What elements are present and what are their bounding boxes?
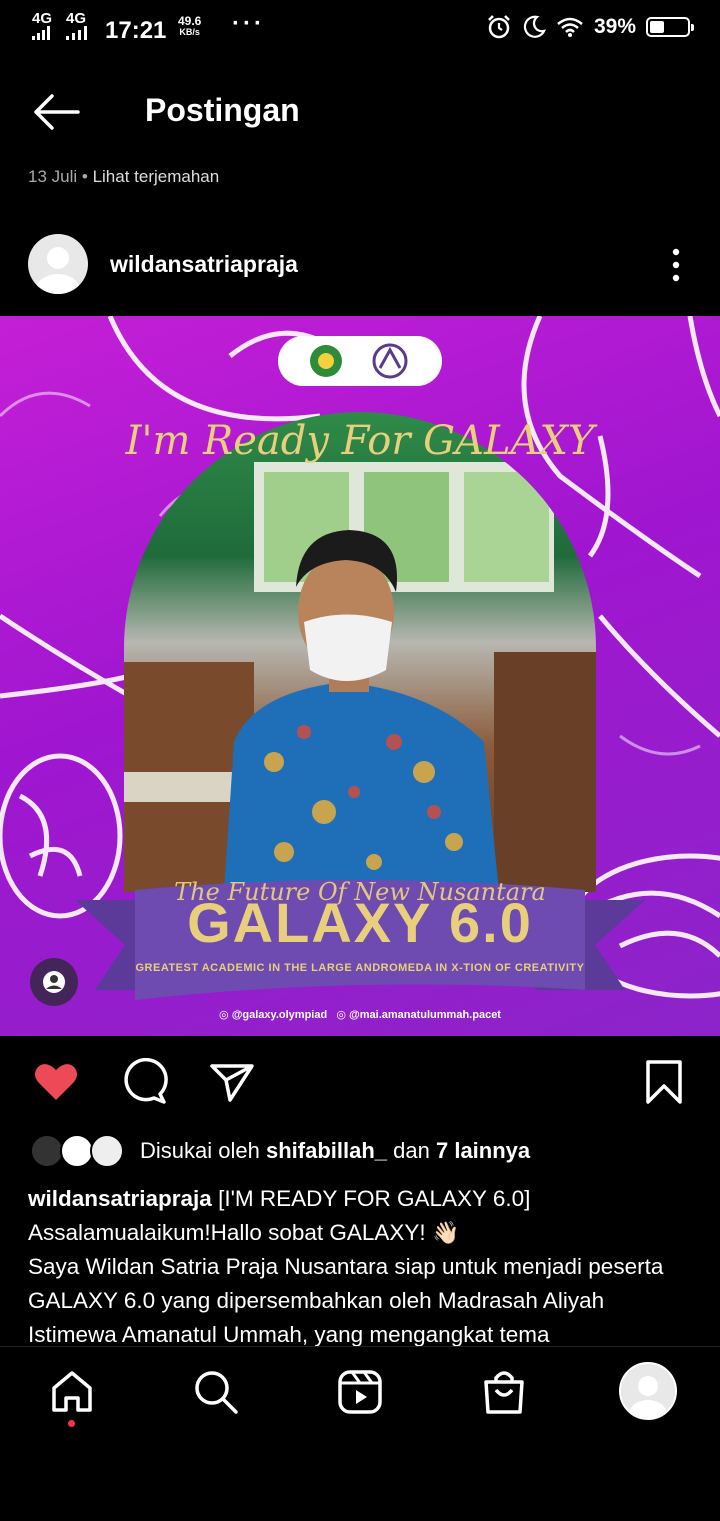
caption-line-1: [I'M READY FOR GALAXY 6.0]	[218, 1186, 531, 1211]
home-icon[interactable]	[48, 1368, 96, 1416]
liker-avatars	[30, 1134, 130, 1168]
battery-level	[650, 21, 664, 33]
default-avatar-icon	[36, 247, 80, 294]
liker-avatar	[90, 1134, 124, 1168]
status-right: 39%	[486, 14, 694, 40]
page-title: Postingan	[145, 92, 300, 128]
liker-username[interactable]: shifabillah_	[266, 1138, 387, 1163]
back-arrow-icon[interactable]	[30, 92, 82, 132]
more-options-icon[interactable]	[664, 246, 688, 284]
caption-line-2: Assalamualaikum!Hallo sobat GALAXY!	[28, 1220, 426, 1245]
clock: 17:21	[105, 17, 167, 44]
post-date: 13 Juli	[28, 167, 78, 186]
profile-tab-avatar[interactable]	[619, 1362, 677, 1420]
network-indicator-1: 4G	[32, 11, 54, 40]
status-bar: 4G 4G 17:21 49.6 KB/s ··· 39%	[0, 0, 720, 60]
instagram-icon: ◎	[219, 1009, 229, 1021]
tagged-people-button[interactable]	[30, 958, 78, 1006]
battery-percent: 39%	[593, 15, 636, 38]
translate-link[interactable]: Lihat terjemahan	[93, 167, 220, 186]
moon-icon	[523, 15, 546, 38]
home-notification-dot	[68, 1420, 75, 1427]
post-meta: 13 Juli • Lihat terjemahan	[28, 167, 219, 187]
separator: •	[81, 167, 88, 186]
share-send-icon[interactable]	[208, 1058, 256, 1106]
battery-icon	[646, 17, 694, 37]
post-caption: wildansatriapraja [I'M READY FOR GALAXY …	[28, 1182, 698, 1352]
more-notifications-icon: ···	[232, 10, 265, 37]
likes-others[interactable]: 7 lainnya	[436, 1138, 530, 1163]
likes-summary[interactable]: Disukai oleh shifabillah_ dan 7 lainnya	[30, 1134, 530, 1168]
likes-text: Disukai oleh shifabillah_ dan 7 lainnya	[140, 1138, 531, 1163]
social-handles: ◎ @galaxy.olympiad ◎ @mai.amanatulummah.…	[0, 1008, 720, 1021]
liker-avatar	[60, 1134, 94, 1168]
school-logos	[278, 336, 442, 386]
default-avatar-icon	[629, 1376, 667, 1418]
signal-icon	[32, 26, 50, 40]
caption-line-3: Saya Wildan Satria Praja Nusantara siap …	[28, 1254, 664, 1347]
signal-icon	[66, 26, 87, 40]
author-avatar[interactable]	[28, 234, 88, 294]
waving-hand-emoji: 👋🏻	[431, 1220, 460, 1245]
shop-icon[interactable]	[480, 1368, 528, 1416]
comment-icon[interactable]	[120, 1058, 168, 1106]
author-username[interactable]: wildansatriapraja	[110, 251, 298, 278]
ready-banner-text: I'm Ready For GALAXY	[125, 418, 595, 464]
reels-icon[interactable]	[336, 1368, 384, 1416]
instagram-icon: ◎	[336, 1009, 346, 1021]
handle-2: @mai.amanatulummah.pacet	[349, 1009, 501, 1021]
handle-1: @galaxy.olympiad	[231, 1009, 328, 1021]
bookmark-icon[interactable]	[640, 1058, 688, 1106]
person-icon	[43, 971, 65, 993]
alarm-icon	[488, 15, 510, 39]
network-speed: 49.6 KB/s	[178, 14, 202, 37]
wifi-icon	[557, 17, 583, 37]
event-subtitle: GREATEST ACADEMIC IN THE LARGE ANDROMEDA…	[135, 962, 585, 974]
network-indicator-2: 4G	[66, 11, 98, 40]
caption-username[interactable]: wildansatriapraja	[28, 1186, 212, 1211]
logo-icons	[310, 343, 408, 379]
search-icon[interactable]	[192, 1368, 240, 1416]
liker-avatar	[30, 1134, 64, 1168]
student-photo-illustration	[124, 462, 596, 892]
event-name: GALAXY 6.0	[187, 891, 533, 954]
student-photo	[124, 412, 596, 892]
like-heart-icon[interactable]	[32, 1058, 80, 1106]
